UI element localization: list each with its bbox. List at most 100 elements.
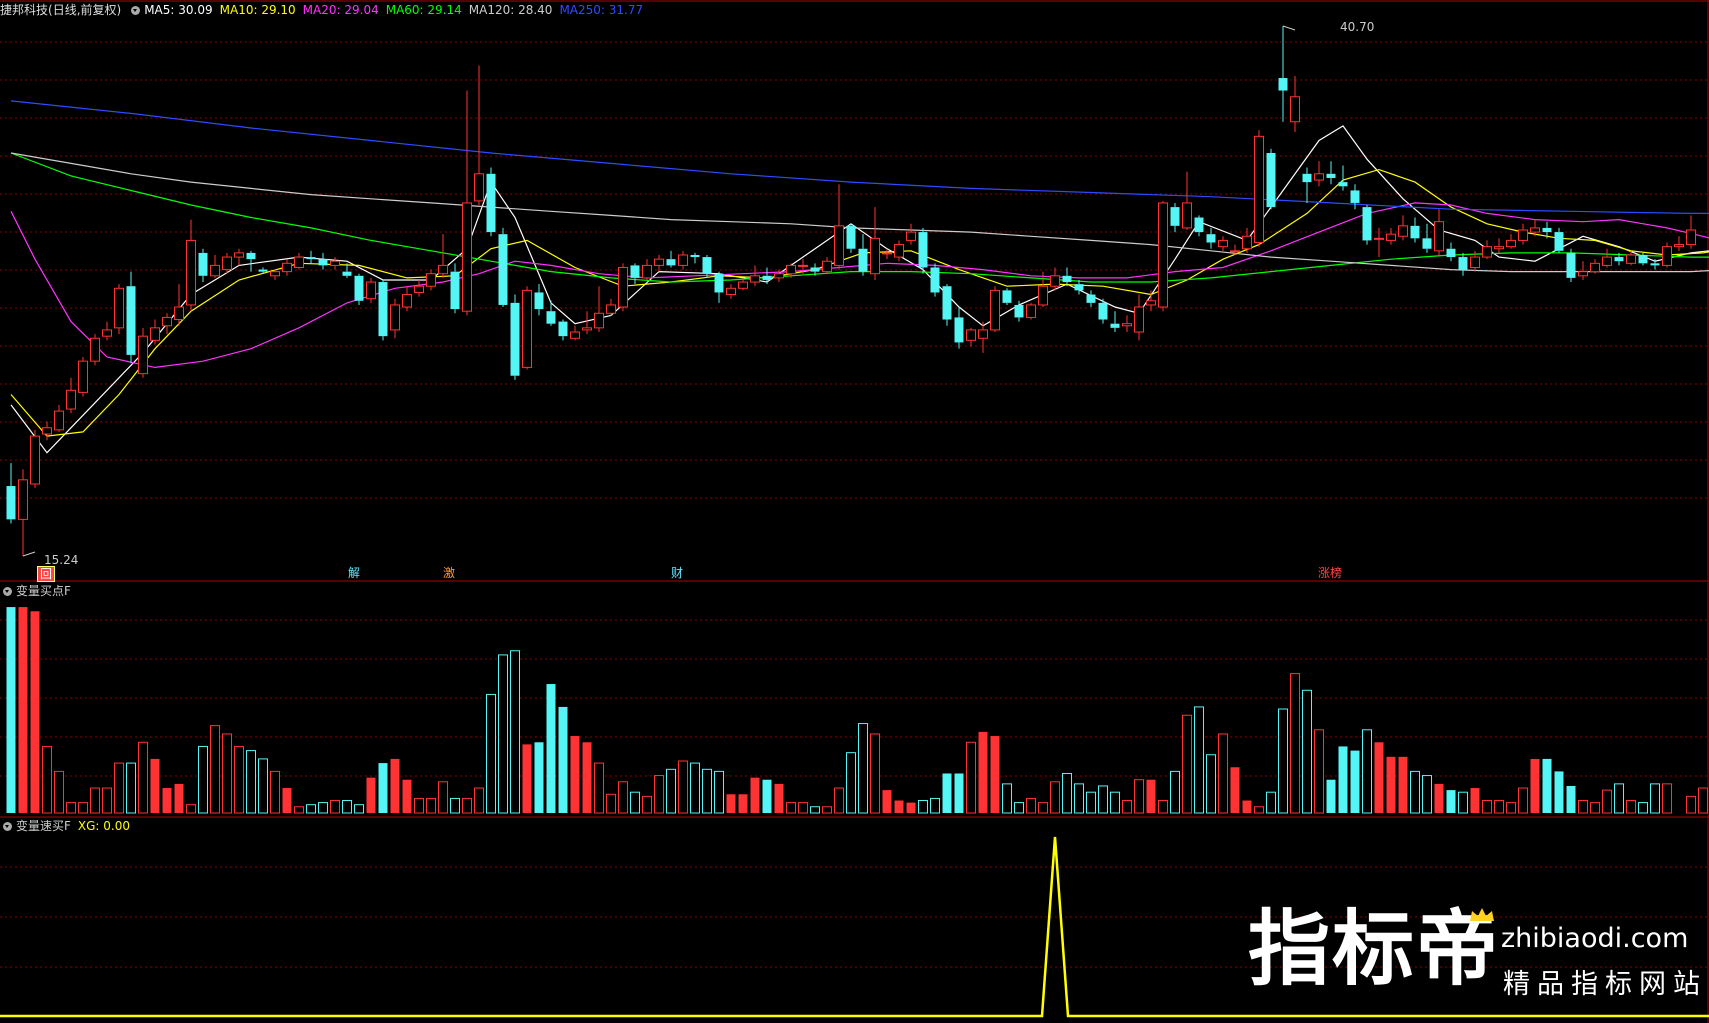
candle-body (774, 273, 784, 279)
volume-bar (1698, 787, 1708, 814)
dropdown-circle-icon[interactable] (3, 821, 12, 831)
candle (1158, 200, 1168, 312)
volume-bar (822, 806, 832, 814)
volume-bar (42, 745, 52, 814)
candle-body (1254, 135, 1264, 243)
volume-bar (1218, 733, 1228, 814)
event-marker-return[interactable]: 回 (37, 566, 56, 582)
candle (1518, 223, 1528, 245)
volume-bar (1290, 673, 1300, 814)
volume-bar (762, 779, 772, 813)
chart-mode: (日线,前复权) (48, 3, 122, 17)
candle-body (210, 264, 220, 277)
candle-body (978, 329, 988, 339)
candle-body (198, 252, 208, 276)
price-grid (0, 0, 1709, 1023)
volume-bar (186, 804, 196, 814)
candle (1266, 148, 1276, 210)
volume-bar (1038, 802, 1048, 814)
candle-body (1506, 239, 1516, 248)
candle-body (438, 264, 448, 275)
candle (390, 298, 400, 339)
watermark-url: zhibiaodi.com (1501, 923, 1689, 954)
candle-body (1578, 271, 1588, 277)
volume-bar (1614, 783, 1624, 814)
volume-bar (18, 607, 28, 813)
volume-bar (354, 804, 364, 814)
candle (1434, 209, 1444, 255)
candle-body (1230, 250, 1240, 253)
volume-bar (174, 783, 184, 813)
kline-chart[interactable] (0, 0, 1709, 1023)
volume-bar (1554, 771, 1564, 813)
volume-bar (534, 742, 544, 813)
volume-bar (402, 779, 412, 813)
candle-body (966, 329, 976, 341)
volume-bar (738, 794, 748, 813)
candle (930, 263, 940, 297)
candle (1254, 130, 1264, 247)
candle (906, 223, 916, 245)
candle-body (486, 173, 496, 233)
volume-bar (798, 802, 808, 814)
candle (42, 421, 52, 441)
volume-bar (234, 745, 244, 814)
candle (198, 248, 208, 283)
candle (1446, 242, 1456, 262)
candle (30, 429, 40, 489)
volume-bar (78, 802, 88, 814)
candle-body (1662, 246, 1672, 266)
candle-body (66, 389, 76, 410)
candle (1506, 234, 1516, 249)
candle-body (882, 252, 892, 255)
volume-bar (966, 741, 976, 814)
ma250-value: MA250: 31.77 (559, 3, 644, 17)
candle (66, 377, 76, 414)
candle (330, 257, 340, 270)
candle (474, 65, 484, 206)
candle (1386, 227, 1396, 245)
candle-body (558, 321, 568, 337)
candle (678, 250, 688, 270)
candle (486, 167, 496, 237)
volume-bar (1530, 758, 1540, 813)
candlesticks (6, 26, 1696, 556)
candle (1170, 202, 1180, 233)
candle-body (786, 264, 796, 275)
candle (642, 259, 652, 280)
dropdown-circle-icon[interactable] (131, 5, 141, 15)
candle-body (54, 410, 64, 431)
candle-body (1602, 256, 1612, 266)
event-marker-incentive[interactable]: 激 (441, 566, 457, 580)
candle-body (654, 258, 664, 266)
event-marker-top-gainer[interactable]: 涨榜 (1316, 566, 1344, 580)
volume-bar (1470, 788, 1480, 813)
candle-body (18, 479, 28, 520)
volume-bar (978, 731, 988, 813)
candle-body (906, 231, 916, 241)
candle (750, 265, 760, 287)
candle (1350, 184, 1360, 210)
candle-body (1014, 304, 1024, 318)
candle-body (282, 262, 292, 273)
watermark-title: 指标帝 (1248, 902, 1501, 997)
candle-body (450, 271, 460, 310)
candle (1398, 215, 1408, 241)
volume-bar (1098, 785, 1108, 814)
candle-body (186, 239, 196, 306)
volume-bar (1446, 790, 1456, 813)
candle (318, 252, 328, 270)
candle-body (426, 273, 436, 287)
event-marker-unlock[interactable]: 解 (346, 566, 362, 580)
candle-body (390, 304, 400, 331)
volume-panel-title: 变量买点F (16, 584, 71, 598)
candle (1662, 242, 1672, 268)
volume-bar (426, 797, 436, 814)
volume-bar (1542, 758, 1552, 813)
candle (282, 259, 292, 276)
candle-body (1146, 300, 1156, 306)
candle (1110, 311, 1120, 333)
dropdown-circle-icon[interactable] (3, 586, 12, 596)
volume-bar (6, 607, 16, 813)
event-marker-finance[interactable]: 财 (669, 566, 685, 580)
